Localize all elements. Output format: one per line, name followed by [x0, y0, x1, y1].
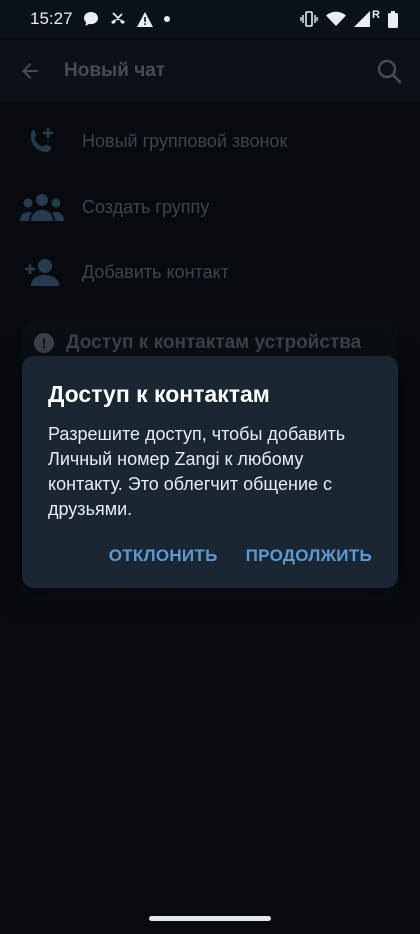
- dialog-message: Разрешите доступ, чтобы добавить Личный …: [48, 424, 346, 519]
- dialog-actions: ОТКЛОНИТЬ ПРОДОЛЖИТЬ: [109, 546, 372, 566]
- roaming-indicator: R: [372, 9, 380, 21]
- notification-dot-icon: [163, 15, 171, 23]
- status-time: 15:27: [30, 9, 73, 28]
- vibrate-icon: [300, 11, 318, 27]
- missed-call-icon: [109, 11, 127, 27]
- status-right: R: [300, 9, 398, 28]
- continue-button[interactable]: ПРОДОЛЖИТЬ: [246, 546, 372, 566]
- battery-icon: [388, 10, 398, 28]
- chat-bubble-icon: [83, 11, 99, 27]
- decline-button[interactable]: ОТКЛОНИТЬ: [109, 546, 218, 566]
- status-left: 15:27: [30, 9, 171, 29]
- contacts-permission-dialog: Доступ к контактам Разрешите доступ, что…: [22, 356, 398, 588]
- alert-triangle-icon: [136, 11, 153, 27]
- dialog-title: Доступ к контактам: [48, 381, 270, 407]
- gesture-nav-handle[interactable]: [149, 916, 271, 921]
- status-bar: 15:27 R: [0, 0, 420, 38]
- signal-icon: [354, 11, 371, 27]
- wifi-icon: [326, 11, 347, 27]
